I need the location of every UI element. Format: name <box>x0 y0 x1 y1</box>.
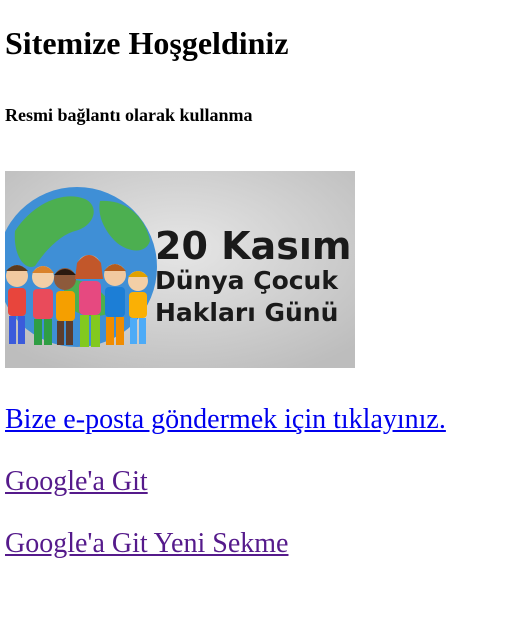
google-link[interactable]: Google'a Git <box>5 466 148 498</box>
children-rights-day-banner: 20 Kasım Dünya Çocuk Hakları Günü <box>5 171 355 368</box>
banner-line-2: Dünya Çocuk <box>155 266 339 295</box>
page-subtitle: Resmi bağlantı olarak kullanma <box>5 105 253 125</box>
google-new-tab-link[interactable]: Google'a Git Yeni Sekme <box>5 528 288 560</box>
page-title: Sitemize Hoşgeldiniz <box>5 25 289 61</box>
banner-image-link[interactable]: 20 Kasım Dünya Çocuk Hakları Günü <box>5 171 355 368</box>
page: Sitemize Hoşgeldiniz Resmi bağlantı olar… <box>0 0 531 632</box>
banner-line-3: Hakları Günü <box>155 298 338 327</box>
email-link[interactable]: Bize e-posta göndermek için tıklayınız. <box>5 404 446 436</box>
banner-line-1: 20 Kasım <box>155 224 351 268</box>
